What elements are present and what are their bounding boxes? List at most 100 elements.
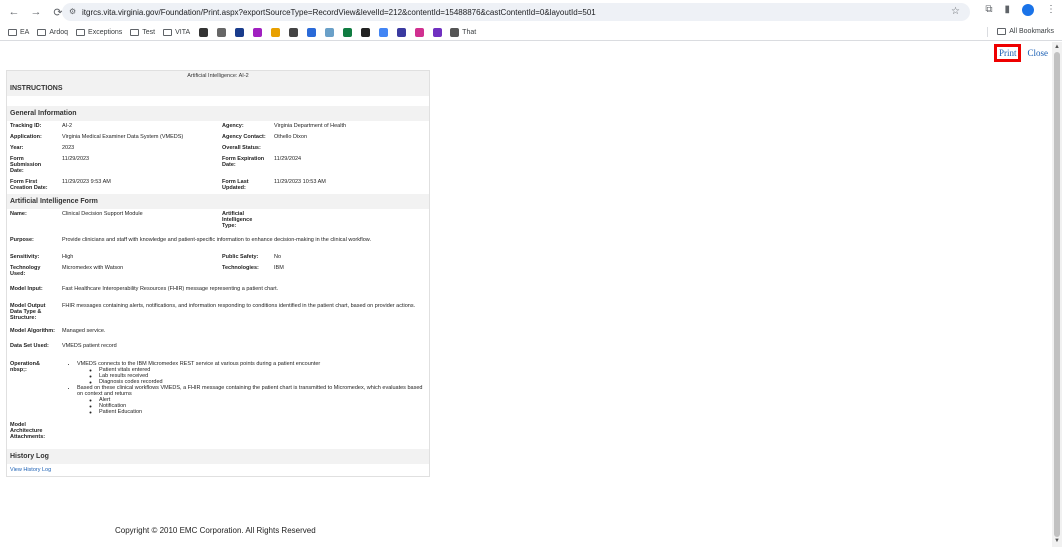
folder-icon (76, 28, 86, 36)
field-label: Operation& nbsp;: (10, 361, 40, 373)
field-value (271, 143, 429, 153)
field-value: AI-2 (62, 123, 73, 129)
field-label: Model Output Data Type & Structure: (10, 303, 46, 321)
general-information-header: General Information (7, 106, 429, 121)
all-bookmarks-button[interactable]: All Bookmarks (997, 28, 1054, 35)
field-label: Model Architecture Attachments: (10, 422, 46, 440)
operation-list: VMEDS connects to the IBM Micromedex RES… (59, 359, 429, 417)
bookmark-star-icon[interactable]: ☆ (951, 6, 960, 17)
close-link[interactable]: Close (1027, 48, 1048, 58)
bookmark-folder[interactable]: Ardoq (37, 28, 68, 36)
field-label: Overall Status: (222, 145, 261, 151)
field-label: Artificial Intelligence Type: (222, 211, 253, 229)
field-value: Clinical Decision Support Module (62, 211, 143, 217)
field-value: 11/29/2024 (274, 156, 302, 162)
field-value: IBM (274, 265, 284, 271)
field-value: Othello Dixon (274, 134, 308, 140)
field-value: Provide clinicians and staff with knowle… (62, 237, 371, 243)
field-label: Data Set Used: (10, 343, 49, 349)
cloud-bookmark-icon[interactable] (325, 27, 335, 37)
bookmark-folder[interactable]: EA (8, 28, 29, 36)
bookmarks-bar: EA Ardoq Exceptions Test VITA That All B… (0, 24, 1062, 41)
field-label: Form Last Updated: (222, 179, 249, 191)
field-value (271, 209, 429, 231)
field-value: Managed service. (62, 328, 106, 334)
field-value: Virginia Department of Health (274, 123, 347, 129)
table-row: Purpose: Provide clinicians and staff wi… (7, 232, 429, 249)
pink-bookmark-icon[interactable] (415, 27, 425, 37)
instructions-header: INSTRUCTIONS (7, 81, 429, 96)
field-value: 11/29/2023 (62, 156, 90, 162)
table-row: Technology Used: Micromedex with Watson … (7, 263, 429, 280)
field-label: Form Expiration Date: (222, 156, 265, 168)
blue-circle-bookmark-icon[interactable] (235, 27, 245, 37)
forward-icon[interactable]: → (28, 4, 44, 20)
record-form: Artificial Intelligence: AI-2 INSTRUCTIO… (6, 70, 430, 477)
list-item-text: Based on these clinical workflows VMEDS,… (77, 385, 423, 397)
x-bookmark-icon[interactable] (361, 27, 371, 37)
field-label: Form First Creation Date: (10, 179, 48, 191)
menu-icon[interactable]: ⋮ (1046, 4, 1056, 16)
table-row: Tracking ID: AI-2 Agency: Virginia Depar… (7, 121, 429, 132)
field-label: Sensitivity: (10, 254, 40, 260)
extensions-icon[interactable]: ⧉ (985, 4, 992, 16)
table-row: Sensitivity: High Public Safety: No (7, 252, 429, 263)
scroll-up-icon[interactable]: ▲ (1054, 44, 1060, 50)
bookmark-folder[interactable]: Test (130, 28, 155, 36)
field-value: Virginia Medical Examiner Data System (V… (62, 134, 184, 140)
field-value: Fast Healthcare Interoperability Resourc… (62, 286, 279, 292)
table-row: Year: 2023 Overall Status: (7, 143, 429, 154)
purple-bookmark-icon[interactable] (253, 27, 263, 37)
orange-bookmark-icon[interactable] (271, 27, 281, 37)
v-bookmark-icon[interactable] (433, 27, 443, 37)
bookmark-folder[interactable]: Exceptions (76, 28, 122, 36)
home-bookmark-icon[interactable] (289, 27, 299, 37)
gear-bookmark-icon[interactable] (217, 27, 227, 37)
scroll-down-icon[interactable]: ▼ (1054, 538, 1060, 544)
globe-icon (450, 27, 460, 37)
folder-icon (163, 28, 173, 36)
site-info-icon[interactable]: ⚙ (69, 7, 76, 16)
list-item: Based on these clinical workflows VMEDS,… (77, 385, 426, 415)
excel-bookmark-icon[interactable] (343, 27, 353, 37)
bookmarks-divider (987, 27, 988, 37)
ai-form-header: Artificial Intelligence Form (7, 194, 429, 209)
back-icon[interactable]: ← (6, 4, 22, 20)
blue-bookmark-icon[interactable] (307, 27, 317, 37)
field-label: Model Input: (10, 286, 43, 292)
spacer (7, 96, 429, 106)
field-value: 11/29/2023 9:53 AM (62, 179, 111, 185)
field-value: No (274, 254, 282, 260)
star-bookmark-icon[interactable] (199, 27, 209, 37)
field-label: Technology Used: (10, 265, 41, 277)
bookmark-folder[interactable]: VITA (163, 28, 190, 36)
field-label: Form Submission Date: (10, 156, 42, 174)
view-history-log-link[interactable]: View History Log (7, 464, 429, 476)
field-label: Technologies: (222, 265, 259, 271)
table-row: Application: Virginia Medical Examiner D… (7, 132, 429, 143)
copyright-text: Copyright © 2010 EMC Corporation. All Ri… (115, 526, 316, 535)
table-row: Form Submission Date: 11/29/2023 Form Ex… (7, 154, 429, 177)
table-row: Name: Clinical Decision Support Module A… (7, 209, 429, 232)
side-panel-icon[interactable]: ▮ (1004, 4, 1010, 16)
field-value: 11/29/2023 10:53 AM (274, 179, 326, 185)
print-link[interactable]: Print (993, 44, 1022, 62)
form-title: Artificial Intelligence: AI-2 (7, 71, 429, 81)
folder-icon (130, 28, 140, 36)
url-text: itgrcs.vita.virginia.gov/Foundation/Prin… (82, 7, 596, 17)
field-label: Year: (10, 145, 24, 151)
field-label: Name: (10, 211, 27, 217)
scrollbar-thumb[interactable] (1054, 52, 1060, 537)
table-row: Model Architecture Attachments: (7, 418, 429, 449)
google-bookmark-icon[interactable] (379, 27, 389, 37)
field-label: Agency Contact: (222, 134, 266, 140)
table-row: Data Set Used: VMEDS patient record (7, 337, 429, 356)
field-value (59, 420, 429, 442)
table-row: Model Input: Fast Healthcare Interoperab… (7, 280, 429, 299)
address-bar[interactable]: ⚙ itgrcs.vita.virginia.gov/Foundation/Pr… (62, 3, 970, 21)
browser-toolbar: ← → ⟳ ⚙ itgrcs.vita.virginia.gov/Foundat… (0, 0, 1062, 24)
bookmark-that[interactable]: That (450, 27, 476, 37)
dark-blue-bookmark-icon[interactable] (397, 27, 407, 37)
print-actions: Print Close (993, 44, 1048, 62)
profile-avatar[interactable] (1022, 4, 1034, 16)
